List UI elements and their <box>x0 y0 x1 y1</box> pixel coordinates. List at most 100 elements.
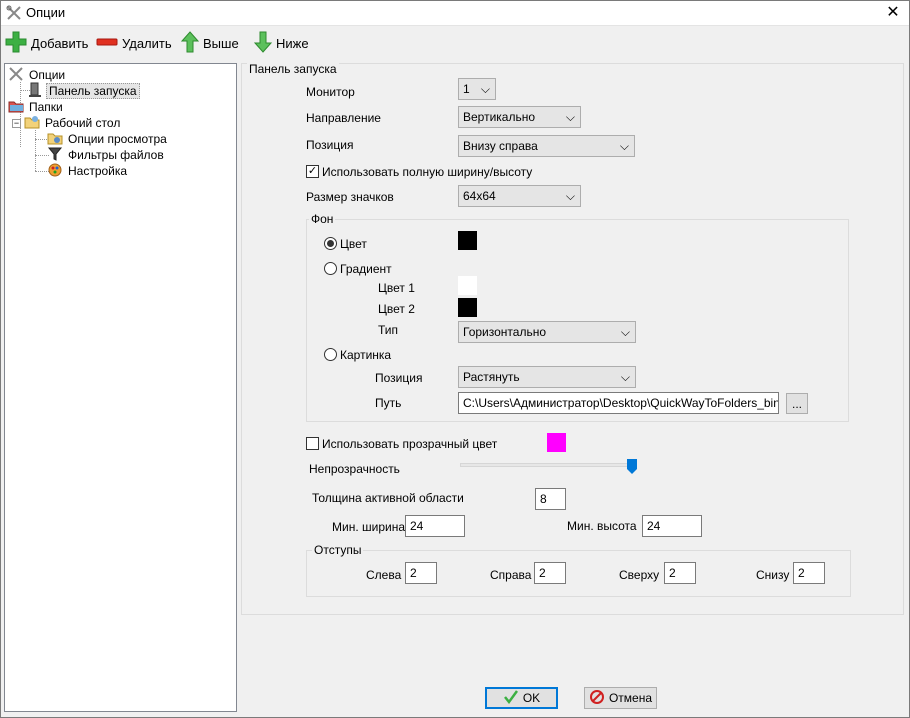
tree-item-label: Панель запуска <box>46 83 140 99</box>
margin-right-label: Справа <box>490 568 532 582</box>
ok-button[interactable]: OK <box>485 687 558 709</box>
tree-item-launch-panel[interactable]: Панель запуска <box>27 82 140 101</box>
tools-icon <box>8 66 24 85</box>
min-height-label: Мин. высота <box>567 519 637 533</box>
gradient-type-select-value: Горизонтально <box>463 325 547 339</box>
full-size-checkbox[interactable]: ✓ <box>306 165 319 178</box>
picture-position-label: Позиция <box>375 371 423 385</box>
arrow-up-icon <box>180 30 200 56</box>
chevron-down-icon: ⌵ <box>619 139 629 153</box>
folders-icon <box>8 98 24 117</box>
move-up-button-label: Выше <box>203 35 239 51</box>
chevron-down-icon: ⌵ <box>480 82 490 96</box>
path-input[interactable]: C:\Users\Администратор\Desktop\QuickWayT… <box>458 392 779 414</box>
chevron-down-icon: ⌵ <box>620 370 630 384</box>
options-tree[interactable]: Опции Панель запуска Папки − Рабочий сто… <box>4 63 237 712</box>
min-height-input[interactable]: 24 <box>642 515 702 537</box>
min-width-label: Мин. ширина <box>332 520 406 534</box>
title-bar: Опции ✕ <box>0 0 910 26</box>
checkmark-icon <box>503 689 519 708</box>
browse-button[interactable]: ... <box>786 393 808 414</box>
tree-item-label: Рабочий стол <box>45 116 121 130</box>
color1-swatch[interactable] <box>458 276 477 295</box>
gradient-radio-label: Градиент <box>340 262 392 276</box>
opacity-slider-thumb[interactable] <box>627 459 637 474</box>
position-select[interactable]: Внизу справа ⌵ <box>458 135 635 157</box>
cancel-button[interactable]: Отмена <box>584 687 657 709</box>
margin-bottom-input[interactable]: 2 <box>793 562 825 584</box>
move-down-button[interactable]: Ниже <box>253 31 309 56</box>
margin-right-input[interactable]: 2 <box>534 562 566 584</box>
color-radio-label: Цвет <box>340 237 367 251</box>
thickness-label: Толщина активной области <box>312 491 464 505</box>
margin-left-label: Слева <box>366 568 402 582</box>
picture-position-select[interactable]: Растянуть ⌵ <box>458 366 636 388</box>
margin-top-input[interactable]: 2 <box>664 562 696 584</box>
picture-radio-label: Картинка <box>340 348 392 362</box>
icon-size-select-value: 64x64 <box>463 189 496 203</box>
tree-item-label: Папки <box>29 100 63 114</box>
add-button[interactable]: Добавить <box>5 31 89 56</box>
monitor-select[interactable]: 1 ⌵ <box>458 78 496 100</box>
margin-left-input[interactable]: 2 <box>405 562 437 584</box>
icon-size-select[interactable]: 64x64 ⌵ <box>458 185 581 207</box>
direction-select[interactable]: Вертикально ⌵ <box>458 106 581 128</box>
path-label: Путь <box>375 396 402 410</box>
background-group-title: Фон <box>309 212 336 226</box>
margin-top-label: Сверху <box>619 568 660 582</box>
tree-item-desktop[interactable]: − Рабочий стол <box>12 115 122 131</box>
tree-item-label: Фильтры файлов <box>68 148 164 162</box>
margin-bottom-label: Снизу <box>756 568 790 582</box>
position-label: Позиция <box>306 138 354 152</box>
direction-label: Направление <box>306 111 381 125</box>
color2-swatch[interactable] <box>458 298 477 317</box>
ok-button-label: OK <box>522 691 541 705</box>
move-down-button-label: Ниже <box>276 35 309 51</box>
color2-label: Цвет 2 <box>378 302 415 316</box>
settings-icon <box>47 162 63 181</box>
chevron-down-icon: ⌵ <box>620 325 630 339</box>
panel-icon <box>27 82 43 101</box>
collapse-icon[interactable]: − <box>12 118 21 128</box>
tree-item-settings[interactable]: Настройка <box>47 163 129 179</box>
close-icon[interactable]: ✕ <box>876 0 910 26</box>
move-up-button[interactable]: Выше <box>180 30 239 56</box>
panel-title: Панель запуска <box>247 62 339 76</box>
transparent-color-label: Использовать прозрачный цвет <box>322 437 498 451</box>
arrow-down-icon <box>253 31 273 56</box>
cancel-button-label: Отмена <box>608 691 653 705</box>
full-size-label: Использовать полную ширину/высоту <box>322 165 533 179</box>
transparent-color-checkbox[interactable] <box>306 437 319 450</box>
cancel-icon <box>589 689 605 708</box>
color1-label: Цвет 1 <box>378 281 415 295</box>
plus-icon <box>5 31 27 56</box>
delete-button[interactable]: Удалить <box>96 32 172 54</box>
picture-position-select-value: Растянуть <box>463 370 520 384</box>
picture-radio[interactable] <box>324 348 337 361</box>
chevron-down-icon: ⌵ <box>565 110 575 124</box>
options-icon <box>6 5 22 24</box>
icon-size-label: Размер значков <box>306 190 394 204</box>
minus-icon <box>96 31 118 56</box>
tree-item-label: Опции <box>29 68 66 82</box>
tree-item-label: Настройка <box>68 164 128 178</box>
gradient-radio[interactable] <box>324 262 337 275</box>
transparent-color-swatch[interactable] <box>547 433 566 452</box>
add-button-label: Добавить <box>31 35 89 51</box>
monitor-label: Монитор <box>306 85 355 99</box>
color-swatch[interactable] <box>458 231 477 250</box>
direction-select-value: Вертикально <box>463 110 536 124</box>
chevron-down-icon: ⌵ <box>565 189 575 203</box>
tree-item-file-filters[interactable]: Фильтры файлов <box>47 147 166 163</box>
tree-item-view-options[interactable]: Опции просмотра <box>47 131 169 147</box>
color-radio[interactable] <box>324 237 337 250</box>
tree-item-label: Опции просмотра <box>68 132 167 146</box>
gradient-type-label: Тип <box>378 323 399 337</box>
min-width-input[interactable]: 24 <box>405 515 465 537</box>
opacity-slider-track[interactable] <box>460 463 636 467</box>
gradient-type-select[interactable]: Горизонтально ⌵ <box>458 321 636 343</box>
window-title: Опции <box>26 5 66 20</box>
monitor-select-value: 1 <box>463 82 470 96</box>
thickness-input[interactable]: 8 <box>535 488 566 510</box>
desktop-folder-icon <box>24 114 40 133</box>
